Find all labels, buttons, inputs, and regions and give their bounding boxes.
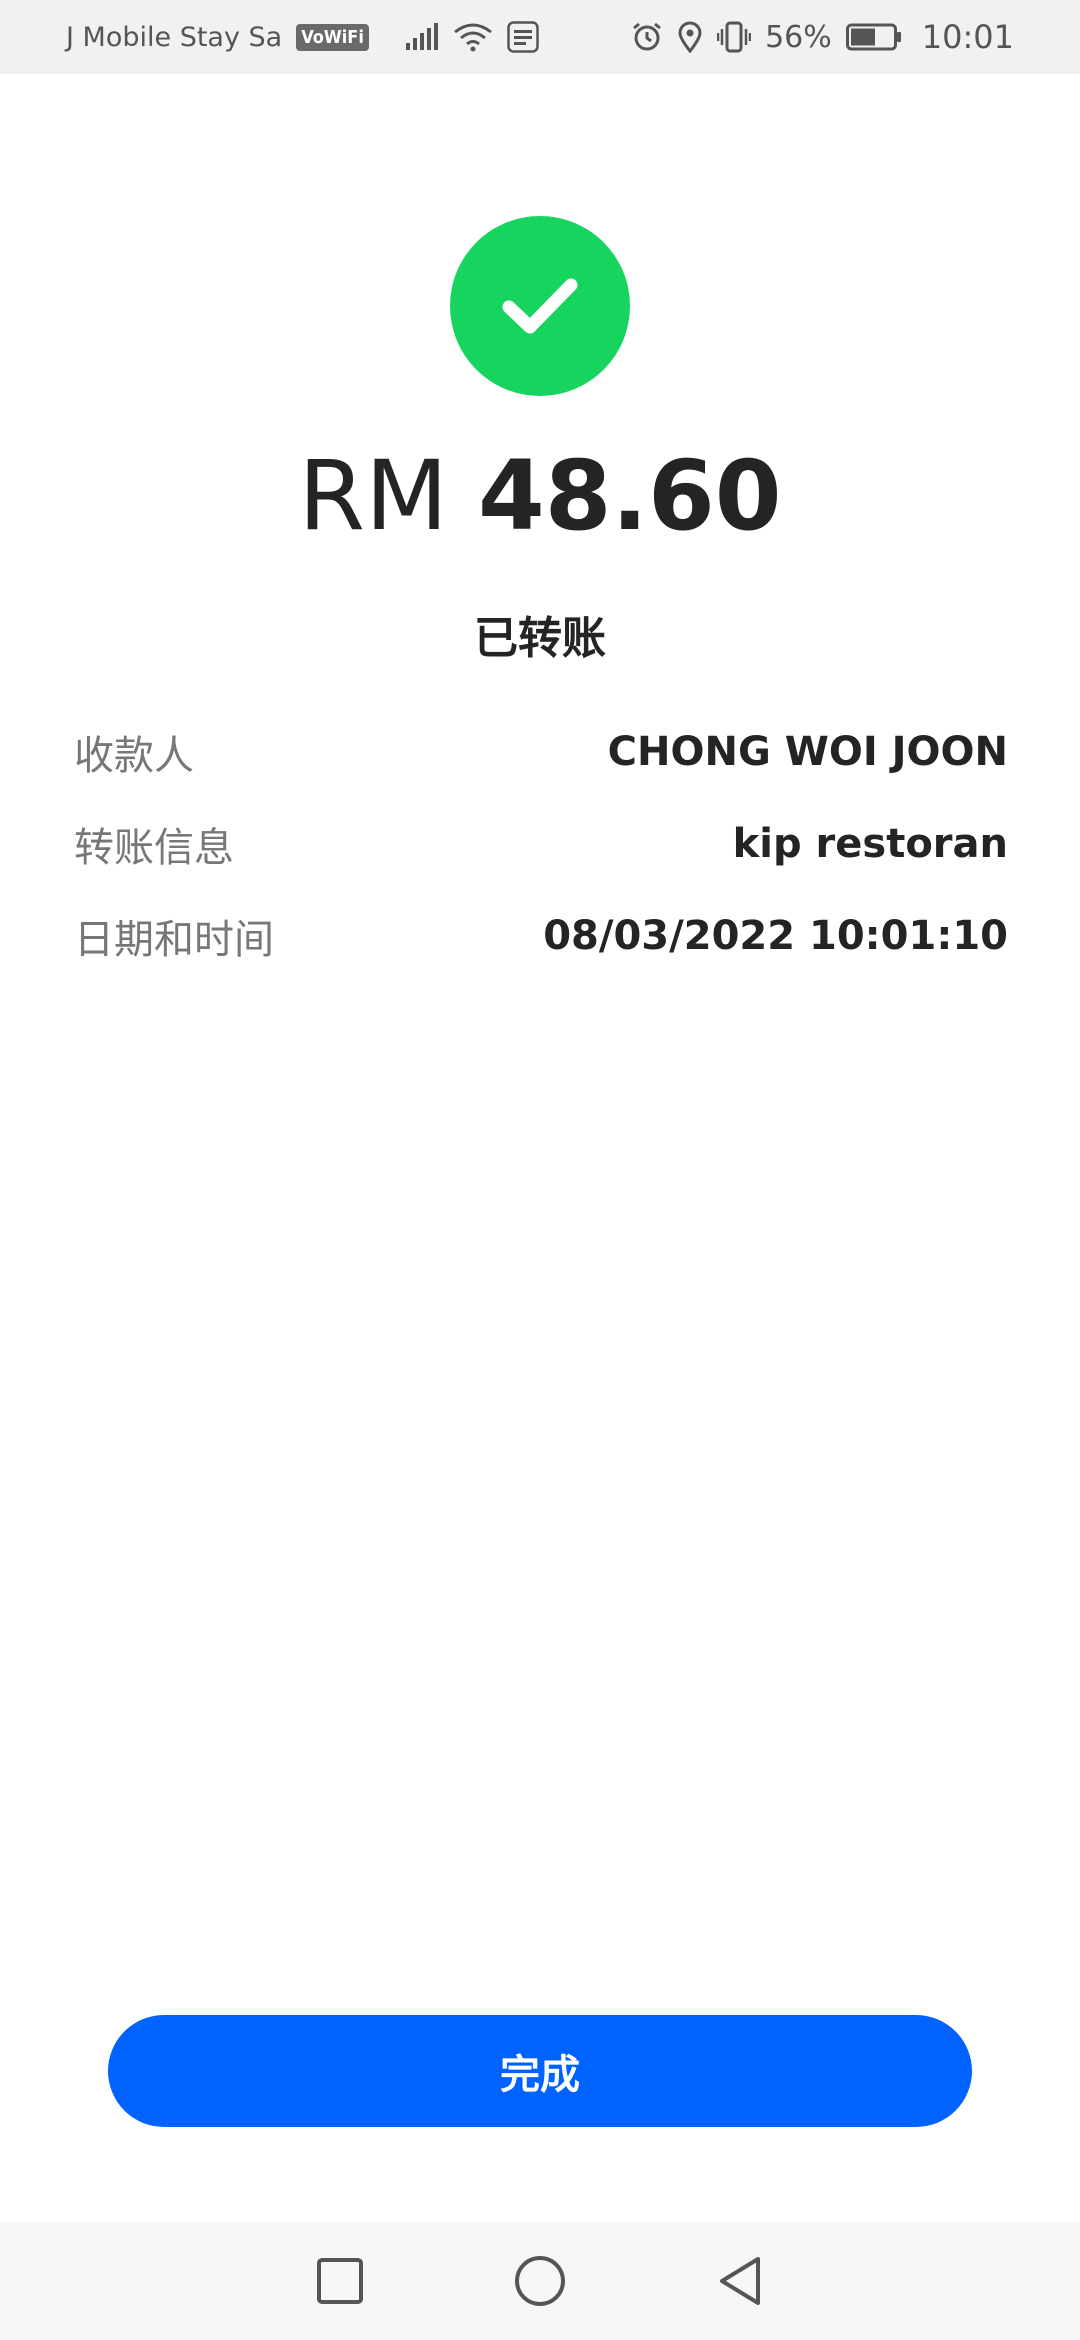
status-bar-left: J Mobile Stay Sa VoWiFi xyxy=(66,21,539,53)
checkmark-icon xyxy=(502,278,578,334)
status-bar: J Mobile Stay Sa VoWiFi 56% 10:01 xyxy=(0,0,1080,74)
detail-row-recipient: 收款人 CHONG WOI JOON xyxy=(74,706,1008,798)
detail-value: CHONG WOI JOON xyxy=(607,729,1008,775)
done-button[interactable]: 完成 xyxy=(108,2015,972,2127)
recents-square-icon[interactable] xyxy=(310,2251,370,2311)
location-icon xyxy=(677,21,703,53)
transfer-amount: RM 48.60 xyxy=(0,440,1080,552)
detail-value: 08/03/2022 10:01:10 xyxy=(543,913,1008,959)
vowifi-badge: VoWiFi xyxy=(296,23,369,51)
check-circle-icon xyxy=(450,216,630,396)
detail-label: 收款人 xyxy=(74,733,194,779)
carrier-name: J Mobile Stay Sa xyxy=(66,21,283,53)
touch-n-go-icon xyxy=(507,21,539,53)
battery-icon xyxy=(845,23,902,51)
status-time: 10:01 xyxy=(921,18,1014,56)
wifi-icon xyxy=(453,22,493,52)
amount-value: 48.60 xyxy=(477,440,782,552)
transfer-status: 已转账 xyxy=(474,613,606,664)
detail-value: kip restoran xyxy=(732,821,1008,867)
status-bar-right: 56% 10:01 xyxy=(631,18,1014,56)
system-nav-bar xyxy=(0,2222,1080,2340)
detail-row-transfer-info: 转账信息 kip restoran xyxy=(74,798,1008,890)
alarm-icon xyxy=(631,21,663,53)
detail-label: 转账信息 xyxy=(74,825,234,871)
detail-label: 日期和时间 xyxy=(74,917,274,963)
signal-icon xyxy=(405,23,439,51)
battery-percent: 56% xyxy=(765,19,832,55)
back-triangle-icon[interactable] xyxy=(710,2251,770,2311)
home-circle-icon[interactable] xyxy=(510,2251,570,2311)
transfer-details: 收款人 CHONG WOI JOON 转账信息 kip restoran 日期和… xyxy=(74,706,1008,982)
currency-label: RM xyxy=(298,440,448,552)
detail-row-datetime: 日期和时间 08/03/2022 10:01:10 xyxy=(74,890,1008,982)
vibrate-icon xyxy=(717,21,752,53)
